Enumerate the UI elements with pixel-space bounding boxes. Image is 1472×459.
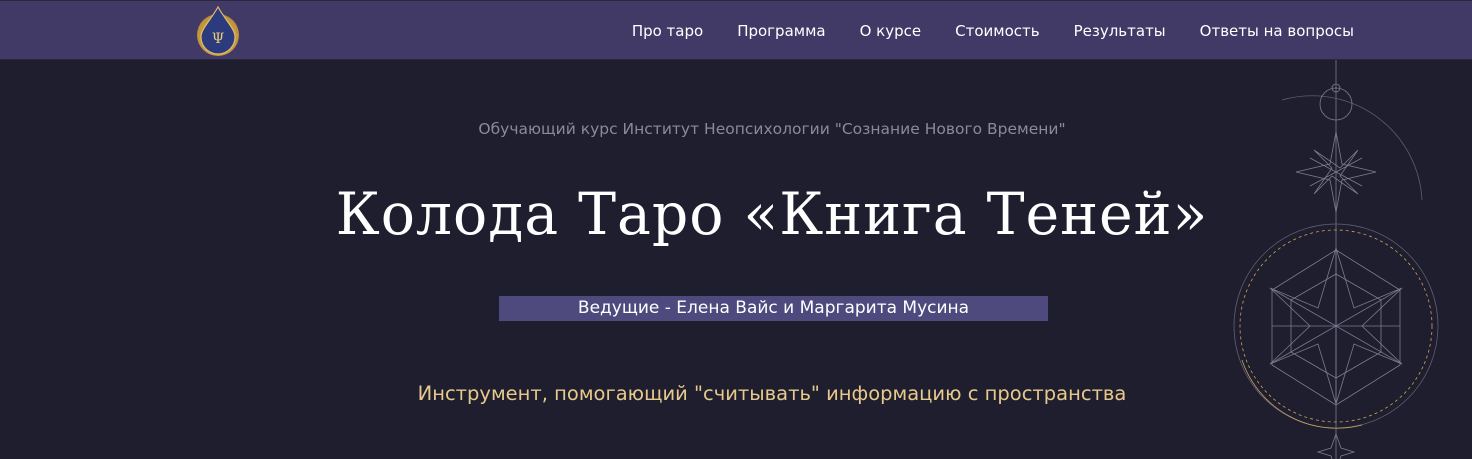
- nav-link-about-course[interactable]: О курсе: [860, 22, 922, 40]
- svg-text:Ψ: Ψ: [212, 31, 224, 47]
- nav-link-program[interactable]: Программа: [737, 22, 825, 40]
- sacred-geometry-decoration-icon: [1233, 60, 1439, 459]
- psi-logo-icon[interactable]: Ψ: [190, 3, 246, 59]
- nav-link-faq[interactable]: Ответы на вопросы: [1200, 22, 1354, 40]
- top-navbar: Ψ Про таро Программа О курсе Стоимость Р…: [0, 0, 1472, 60]
- nav-link-results[interactable]: Результаты: [1074, 22, 1166, 40]
- nav-link-price[interactable]: Стоимость: [955, 22, 1039, 40]
- hosts-label: Ведущие - Елена Вайс и Маргарита Мусина: [499, 296, 1048, 321]
- main-nav: Про таро Программа О курсе Стоимость Рез…: [632, 1, 1354, 61]
- nav-link-about-tarot[interactable]: Про таро: [632, 22, 703, 40]
